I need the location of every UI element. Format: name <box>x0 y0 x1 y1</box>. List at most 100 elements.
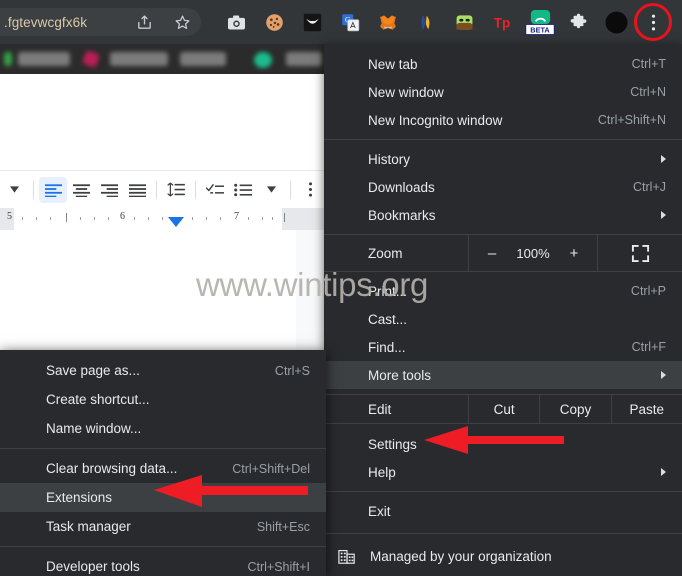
indent-marker[interactable] <box>168 217 184 227</box>
align-left-icon[interactable] <box>39 176 67 203</box>
menu-item-find[interactable]: Find... Ctrl+F <box>324 333 682 361</box>
puzzle-extensions-icon[interactable] <box>566 10 590 34</box>
toolbar-divider <box>290 180 291 199</box>
menu-item-label: Find... <box>368 339 406 355</box>
menu-item-cast[interactable]: Cast... <box>324 305 682 333</box>
copy-button[interactable]: Copy <box>539 395 610 423</box>
align-justify-icon[interactable] <box>123 177 151 203</box>
profile-avatar-icon[interactable] <box>604 10 628 34</box>
green-extension-icon[interactable] <box>452 10 476 34</box>
menu-item-label: New tab <box>368 56 418 72</box>
ruler-number: 6 <box>120 211 125 222</box>
docs-ruler[interactable]: 5 6 7 <box>0 208 330 230</box>
submenu-divider <box>0 448 326 449</box>
menu-item-shortcut: Ctrl+Shift+I <box>247 559 310 574</box>
menu-item-label: Developer tools <box>46 559 140 574</box>
fullscreen-button[interactable] <box>598 235 682 271</box>
menu-item-label: Extensions <box>46 490 113 505</box>
menu-item-managed-by-organization[interactable]: Managed by your organization <box>324 539 682 573</box>
menu-item-label: Create shortcut... <box>46 392 150 407</box>
menu-item-label: Cast... <box>368 311 408 327</box>
submenu-item-create-shortcut[interactable]: Create shortcut... <box>0 385 326 414</box>
edit-label: Edit <box>368 401 392 417</box>
toolbar-divider <box>33 180 34 199</box>
align-center-icon[interactable] <box>67 177 95 203</box>
beta-extension-icon[interactable]: BETA <box>525 6 555 38</box>
menu-item-label: Help <box>368 464 396 480</box>
align-right-icon[interactable] <box>95 177 123 203</box>
bookmark-item[interactable] <box>254 52 272 68</box>
menu-item-print[interactable]: Print... Ctrl+P <box>324 277 682 305</box>
paste-button[interactable]: Paste <box>610 395 682 423</box>
menu-item-new-window[interactable]: New window Ctrl+N <box>324 78 682 106</box>
menu-item-history[interactable]: History <box>324 145 682 173</box>
bulleted-list-icon[interactable] <box>229 177 257 203</box>
dropdown-caret-icon[interactable] <box>0 177 28 203</box>
menu-item-new-tab[interactable]: New tab Ctrl+T <box>324 50 682 78</box>
cut-button[interactable]: Cut <box>468 395 539 423</box>
toolbar-divider <box>156 180 157 199</box>
owl-extension-icon[interactable] <box>300 10 324 34</box>
menu-item-label: Print... <box>368 283 408 299</box>
submenu-item-developer-tools[interactable]: Developer tools Ctrl+Shift+I <box>0 552 326 576</box>
menu-item-settings[interactable]: Settings <box>324 430 682 458</box>
menu-item-more-tools[interactable]: More tools <box>324 361 682 389</box>
tp-extension-icon[interactable]: Tp <box>490 10 514 34</box>
submenu-item-clear-browsing-data[interactable]: Clear browsing data... Ctrl+Shift+Del <box>0 454 326 483</box>
menu-item-help[interactable]: Help <box>324 458 682 486</box>
share-icon[interactable] <box>132 10 156 34</box>
menu-item-downloads[interactable]: Downloads Ctrl+J <box>324 173 682 201</box>
zoom-label: Zoom <box>368 245 403 261</box>
menu-item-label: New Incognito window <box>368 112 503 128</box>
submenu-item-save-page-as[interactable]: Save page as... Ctrl+S <box>0 356 326 385</box>
zoom-row: Zoom – 100% + <box>324 234 682 272</box>
menu-item-shortcut: Ctrl+N <box>630 85 666 99</box>
bookmark-item[interactable] <box>4 52 12 66</box>
menu-item-label: More tools <box>368 367 432 383</box>
menu-item-shortcut: Ctrl+Shift+N <box>597 113 666 127</box>
more-options-icon[interactable] <box>296 177 324 203</box>
submenu-item-extensions[interactable]: Extensions <box>0 483 326 512</box>
menu-item-label: Name window... <box>46 421 142 436</box>
menu-item-label: History <box>368 151 411 167</box>
screenshot-camera-icon[interactable] <box>224 10 248 34</box>
sandbox-extension-icon[interactable] <box>414 10 438 34</box>
three-dot-menu-highlight-circle <box>634 3 672 41</box>
bookmark-star-icon[interactable] <box>170 10 194 34</box>
menu-item-label: Exit <box>368 503 391 519</box>
address-bar-text: .fgtevwcgfx6k <box>4 14 88 30</box>
menu-item-new-incognito-window[interactable]: New Incognito window Ctrl+Shift+N <box>324 106 682 134</box>
bookmark-item[interactable] <box>82 50 100 68</box>
zoom-in-button[interactable]: + <box>566 245 582 262</box>
chevron-right-icon <box>661 468 666 476</box>
ruler-number: 5 <box>7 211 12 222</box>
menu-item-label: Save page as... <box>46 363 140 378</box>
submenu-item-name-window[interactable]: Name window... <box>0 414 326 443</box>
bookmark-item[interactable] <box>180 52 226 66</box>
menu-item-label: New window <box>368 84 444 100</box>
cookie-icon[interactable] <box>262 10 286 34</box>
chrome-main-menu: New tab Ctrl+T New window Ctrl+N New Inc… <box>324 44 682 576</box>
menu-item-exit[interactable]: Exit <box>324 497 682 525</box>
browser-toolbar: .fgtevwcgfx6k Tp BETA <box>0 0 682 44</box>
chevron-right-icon <box>661 371 666 379</box>
ruler-margin-right <box>282 208 330 230</box>
menu-item-shortcut: Ctrl+T <box>631 57 666 71</box>
metamask-fox-icon[interactable] <box>376 10 400 34</box>
menu-item-bookmarks[interactable]: Bookmarks <box>324 201 682 229</box>
line-spacing-icon[interactable] <box>162 177 190 203</box>
list-dropdown-caret-icon[interactable] <box>257 177 285 203</box>
google-translate-icon[interactable]: G <box>338 10 362 34</box>
bookmark-item[interactable] <box>18 52 70 66</box>
docs-formatting-toolbar <box>0 170 330 208</box>
menu-item-label: Downloads <box>368 179 435 195</box>
zoom-out-button[interactable]: – <box>484 245 500 262</box>
edit-row: Edit Cut Copy Paste <box>324 394 682 424</box>
menu-item-label: Task manager <box>46 519 131 534</box>
zoom-controls: – 100% + <box>468 235 598 271</box>
menu-divider <box>324 533 682 534</box>
bookmark-item[interactable] <box>286 52 322 66</box>
checklist-icon[interactable] <box>201 177 229 203</box>
bookmark-item[interactable] <box>110 52 168 66</box>
submenu-item-task-manager[interactable]: Task manager Shift+Esc <box>0 512 326 541</box>
